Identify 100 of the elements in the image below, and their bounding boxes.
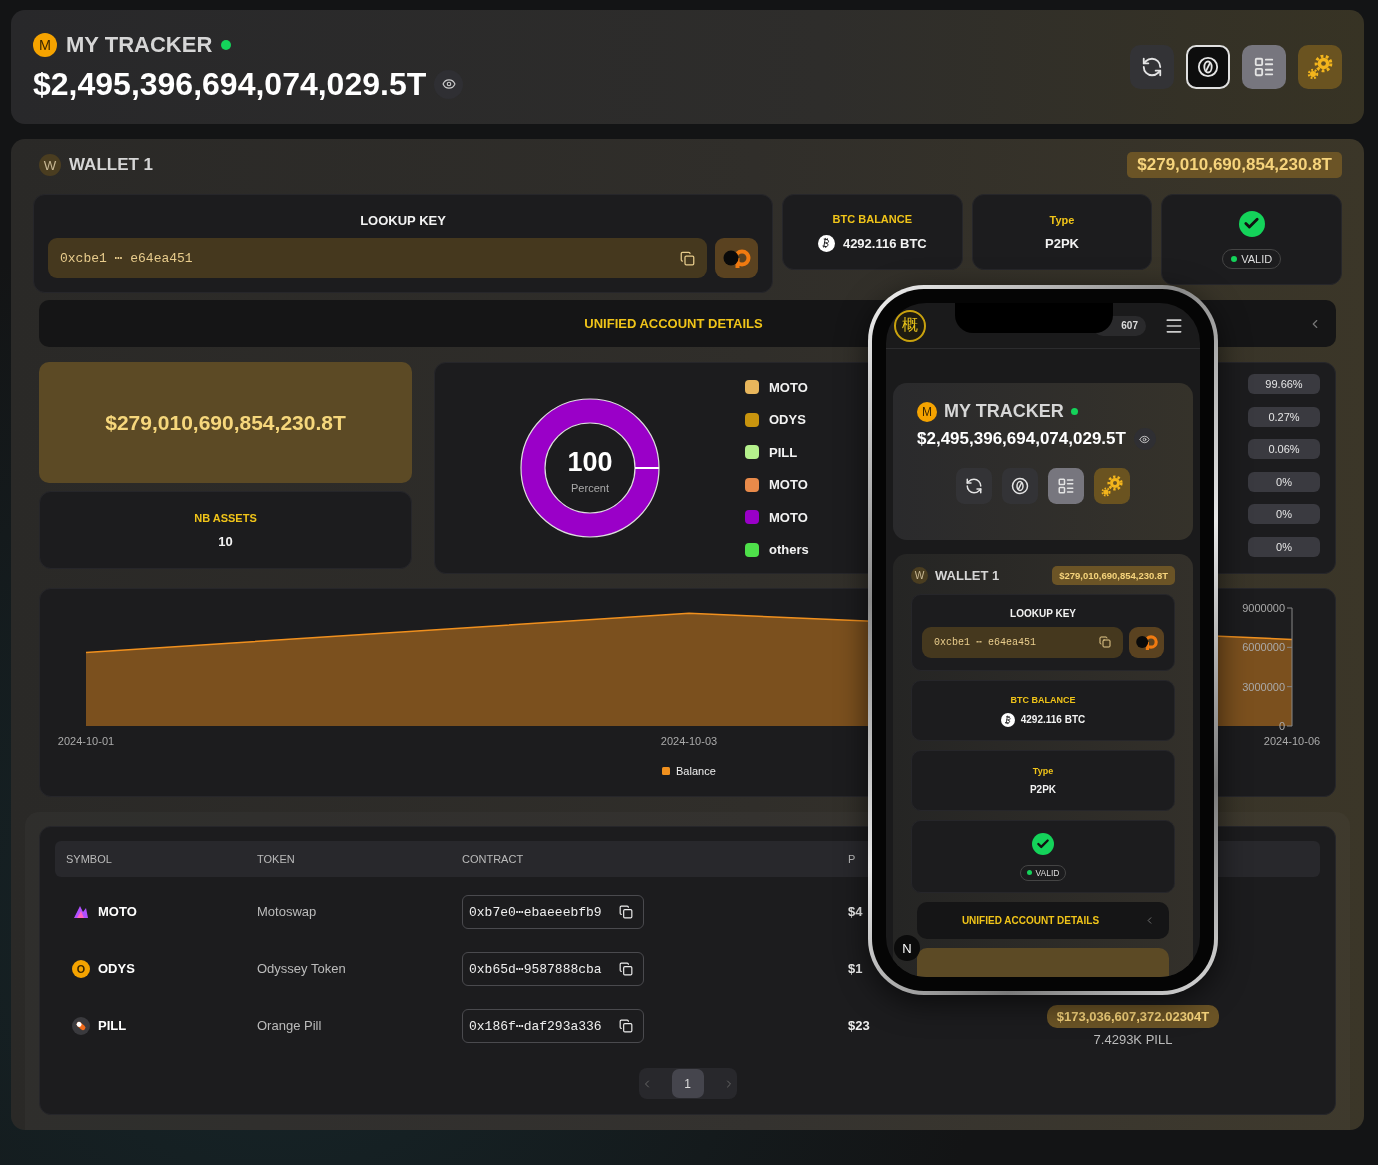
contract-address: 0xb7e0⋯ebaeeebfb9 xyxy=(462,894,644,929)
lookup-label: LOOKUP KEY xyxy=(359,213,447,228)
gears-icon xyxy=(1100,474,1124,498)
wallet-total: $279,010,690,854,230.8T xyxy=(1127,152,1342,178)
list-icon xyxy=(1253,56,1275,78)
zero-icon xyxy=(1011,477,1029,495)
token-name: Orange Pill xyxy=(257,1018,323,1033)
total-balance: $2,495,396,694,074,029.5T xyxy=(917,429,1126,449)
refresh-icon xyxy=(1141,56,1163,78)
wallet-total: $279,010,690,854,230.8T xyxy=(1052,566,1175,585)
refresh-button[interactable] xyxy=(1130,45,1174,89)
token-symbol: ODYS xyxy=(98,961,135,976)
wallet-name: WALLET 1 xyxy=(935,568,1000,583)
gears-icon xyxy=(1306,53,1334,81)
share-pill: 0% xyxy=(1248,471,1320,492)
share-pill: 0% xyxy=(1248,504,1320,525)
x-tick-label: 2024-10-06 xyxy=(1263,735,1321,747)
column-header: TOKEN xyxy=(257,853,296,865)
list-icon xyxy=(1057,477,1075,495)
lookup-key-field[interactable]: 0xcbe1 ⋯ e64ea451 xyxy=(922,626,1123,658)
zero-button[interactable] xyxy=(1002,468,1038,504)
eye-icon xyxy=(441,77,456,91)
legend-label: ODYS xyxy=(769,412,806,428)
lookup-key-field[interactable]: 0xcbe1 ⋯ e64ea451 xyxy=(48,238,707,278)
token-value: $173,036,607,372.02304T xyxy=(1046,1004,1220,1028)
copy-icon[interactable] xyxy=(619,1018,633,1033)
x-tick-label: 2024-10-01 xyxy=(57,735,115,747)
token-amount: 7.4293K PILL xyxy=(1093,1031,1173,1047)
copy-icon[interactable] xyxy=(619,904,633,919)
op-button[interactable] xyxy=(1129,626,1164,658)
balance-total: $279,010,690,854,230.8T xyxy=(39,362,412,483)
assets-value: 10 xyxy=(218,533,233,549)
zero-button[interactable] xyxy=(1186,45,1230,89)
token-name: Motoswap xyxy=(257,904,318,919)
total-balance: $2,495,396,694,074,029.5T xyxy=(33,65,427,103)
contract-address: 0xb65d⋯9587888cba xyxy=(462,951,644,986)
type-value: P2PK xyxy=(1045,235,1079,251)
settings-button[interactable] xyxy=(1298,45,1342,89)
donut-value: 100 xyxy=(567,446,613,478)
bitcoin-icon xyxy=(817,234,835,252)
y-tick-label: 6000000 xyxy=(1242,641,1285,654)
pill-icon xyxy=(72,1016,90,1035)
share-pill: 0.06% xyxy=(1248,439,1320,460)
y-tick-label: 9000000 xyxy=(1242,602,1285,614)
tracker-avatar: M xyxy=(33,32,57,57)
btc-balance-label: BTC BALANCE xyxy=(1010,694,1076,705)
legend-label: Balance xyxy=(676,765,716,777)
column-header: CONTRACT xyxy=(462,853,525,865)
btc-balance-value: 4292.116 BTC xyxy=(1020,714,1086,725)
column-header: SYMBOL xyxy=(66,853,113,865)
share-pill: 99.66% xyxy=(1248,374,1320,395)
copy-icon[interactable] xyxy=(619,961,633,976)
eye-icon xyxy=(1139,433,1151,445)
type-value: P2PK xyxy=(1029,784,1057,795)
legend-label: MOTO xyxy=(769,379,808,395)
tracker-avatar: M xyxy=(917,401,937,422)
token-symbol: PILL xyxy=(98,1018,127,1033)
btc-balance-value: 4292.116 BTC xyxy=(842,235,927,251)
list-view-button[interactable] xyxy=(1242,45,1286,89)
lookup-label: LOOKUP KEY xyxy=(1010,607,1076,619)
y-tick-label: 3000000 xyxy=(1242,680,1285,693)
visibility-button[interactable] xyxy=(434,69,464,99)
legend-label: others xyxy=(769,542,809,558)
token-price: $23 xyxy=(848,1018,871,1033)
copy-icon[interactable] xyxy=(680,250,695,266)
bitcoin-icon xyxy=(1000,712,1015,727)
share-pill: 0% xyxy=(1248,536,1320,557)
share-pill: 0.27% xyxy=(1248,406,1320,427)
legend-label: MOTO xyxy=(769,509,808,525)
wallet-avatar: W xyxy=(911,567,928,584)
tracker-title: MY TRACKER xyxy=(944,401,1064,422)
refresh-button[interactable] xyxy=(956,468,992,504)
assets-label: NB ASSETS xyxy=(194,511,257,524)
wallet-avatar: W xyxy=(39,154,61,176)
settings-button[interactable] xyxy=(1094,468,1130,504)
visibility-button[interactable] xyxy=(1133,428,1156,450)
contract-address: 0x186f⋯daf293a336 xyxy=(462,1008,644,1043)
page-button[interactable]: 1 xyxy=(671,1069,704,1098)
type-label: Type xyxy=(1032,766,1054,776)
token-price: $4 xyxy=(848,904,864,919)
app-logo: 概 xyxy=(894,309,926,342)
type-label: Type xyxy=(1049,213,1075,226)
token-price: $1 xyxy=(848,961,864,976)
btc-balance-label: BTC BALANCE xyxy=(832,212,913,225)
unified-details-toggle[interactable]: UNIFIED ACCOUNT DETAILS xyxy=(917,902,1169,939)
column-header: P xyxy=(848,853,857,865)
token-symbol: MOTO xyxy=(98,904,137,919)
wallet-name: WALLET 1 xyxy=(69,155,154,175)
op-button[interactable] xyxy=(715,238,758,278)
op-logo-icon xyxy=(721,247,752,269)
zero-icon xyxy=(1197,56,1219,78)
x-tick-label: 2024-10-03 xyxy=(660,735,718,747)
tracker-title: MY TRACKER xyxy=(66,31,213,58)
token-logo: O xyxy=(72,959,90,978)
legend-label: MOTO xyxy=(769,477,808,493)
op-logo-icon xyxy=(1134,633,1159,651)
token-name: Odyssey Token xyxy=(257,961,347,976)
list-view-button[interactable] xyxy=(1048,468,1084,504)
y-tick-label: 0 xyxy=(1278,720,1285,732)
donut-caption: Percent xyxy=(571,481,609,494)
